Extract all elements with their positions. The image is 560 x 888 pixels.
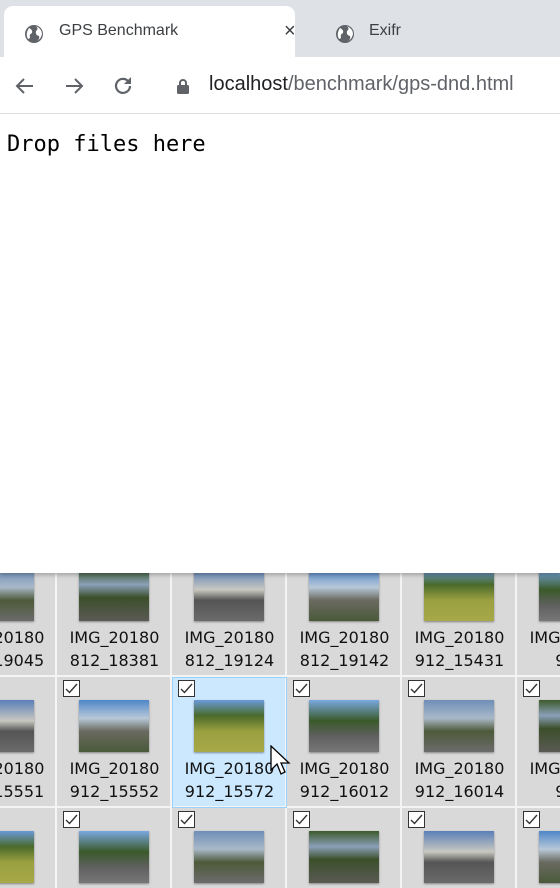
checkbox-checked-icon[interactable] (63, 680, 80, 697)
file-name-line2: 912_16014 (414, 782, 505, 801)
checkbox-checked-icon[interactable] (523, 680, 540, 697)
file-item[interactable]: IMG_20180 912_15551 (0, 677, 57, 808)
tab-exifr[interactable]: Exifr (320, 6, 560, 57)
address-bar[interactable]: localhost/benchmark/gps-dnd.html (209, 73, 514, 96)
file-thumbnail (194, 700, 264, 752)
file-name-line2: 912_ (517, 649, 560, 672)
file-name-line1: IMG_20180 (69, 628, 160, 647)
drop-zone-text: Drop files here (7, 132, 206, 157)
file-item[interactable] (402, 808, 517, 888)
checkbox-checked-icon[interactable] (523, 811, 540, 828)
file-thumbnail (309, 569, 379, 621)
checkbox-checked-icon[interactable] (408, 811, 425, 828)
file-thumbnail (539, 831, 560, 883)
file-item[interactable]: IMG_20180 912_15552 (57, 677, 172, 808)
file-name-line1: IMG_20180 (0, 628, 45, 647)
file-thumbnail (79, 569, 149, 621)
checkbox-checked-icon[interactable] (408, 680, 425, 697)
globe-icon (25, 25, 43, 43)
file-item[interactable]: IMG_20180 912_16012 (287, 677, 402, 808)
file-thumbnail (0, 831, 34, 883)
file-name-line2: 912_16012 (299, 782, 390, 801)
browser-window: GPS Benchmark × Exifr localhost/benchmar… (0, 0, 560, 573)
forward-arrow-icon[interactable] (62, 74, 86, 98)
file-item[interactable]: IMG_20180 912_16014 (402, 677, 517, 808)
file-name-line1: IMG_20180 (529, 628, 560, 647)
url-host: localhost (209, 73, 288, 95)
file-item[interactable]: IMG_20180 912_ (517, 677, 560, 808)
checkbox-checked-icon[interactable] (178, 811, 195, 828)
file-name-line1: IMG_20180 (529, 759, 560, 778)
checkbox-checked-icon[interactable] (293, 811, 310, 828)
file-thumbnail (194, 831, 264, 883)
checkbox-checked-icon[interactable] (293, 680, 310, 697)
url-path: /benchmark/gps-dnd.html (287, 73, 514, 95)
globe-icon (336, 25, 354, 43)
file-thumbnail (539, 700, 560, 752)
tab-title: GPS Benchmark (59, 22, 179, 39)
tab-strip: GPS Benchmark × Exifr (0, 0, 560, 57)
file-item[interactable] (172, 808, 287, 888)
file-name-line2: 912_ (517, 780, 560, 803)
file-thumbnail (79, 700, 149, 752)
reload-icon[interactable] (111, 74, 135, 98)
tab-gps-benchmark[interactable]: GPS Benchmark × (4, 6, 296, 57)
file-thumbnail (424, 569, 494, 621)
file-thumbnail (424, 831, 494, 883)
file-name-line1: IMG_20180 (414, 628, 505, 647)
file-thumbnail (0, 700, 34, 752)
file-thumbnail (79, 831, 149, 883)
file-name-line1: IMG_20180 (69, 759, 160, 778)
mouse-cursor-icon (270, 745, 291, 775)
file-name-line1: IMG_20180 (414, 759, 505, 778)
file-thumbnail (424, 700, 494, 752)
file-item[interactable] (517, 808, 560, 888)
file-name-line2: 812_19124 (184, 651, 275, 670)
file-name-line2: 912_15431 (414, 651, 505, 670)
file-name-line2: 812_18381 (69, 651, 160, 670)
page-content[interactable]: Drop files here (0, 114, 560, 573)
file-name-line1: IMG_20180 (184, 628, 275, 647)
file-name-line2: 912_15551 (0, 782, 45, 801)
browser-toolbar: localhost/benchmark/gps-dnd.html (0, 57, 560, 114)
file-thumbnail (194, 569, 264, 621)
file-name-line2: 912_15572 (184, 782, 275, 801)
file-name-line1: IMG_20180 (0, 759, 45, 778)
lock-icon[interactable] (176, 78, 190, 94)
file-item[interactable] (57, 808, 172, 888)
checkbox-checked-icon[interactable] (63, 811, 80, 828)
file-thumbnail (539, 569, 560, 621)
file-thumbnail (309, 700, 379, 752)
file-item[interactable] (0, 808, 57, 888)
back-arrow-icon[interactable] (13, 74, 37, 98)
file-name-line2: 812_19142 (299, 651, 390, 670)
file-name-line1: IMG_20180 (299, 628, 390, 647)
checkbox-checked-icon[interactable] (178, 680, 195, 697)
close-tab-icon[interactable]: × (284, 20, 296, 43)
file-name-line1: IMG_20180 (299, 759, 390, 778)
file-item[interactable]: IMG_20180 912_15572 (172, 677, 287, 808)
tab-title: Exifr (369, 22, 401, 39)
file-item[interactable] (287, 808, 402, 888)
file-name-line2: 812_19045 (0, 651, 45, 670)
file-name-line2: 912_15552 (69, 782, 160, 801)
file-thumbnail (0, 569, 34, 621)
file-thumbnail (309, 831, 379, 883)
